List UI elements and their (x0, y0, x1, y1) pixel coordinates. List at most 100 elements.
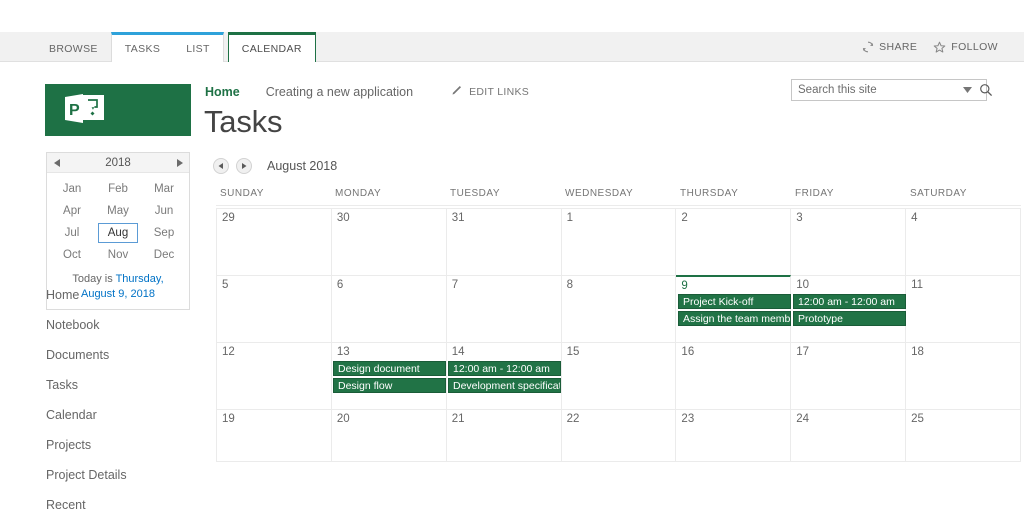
calendar-day-cell[interactable]: 24 (791, 410, 907, 462)
calendar-event[interactable]: Project Kick-off (678, 294, 791, 309)
calendar-event[interactable]: Assign the team members (678, 311, 791, 326)
next-month-button[interactable] (236, 158, 252, 174)
sharepoint-calendar-page: BROWSE TASKS LIST CALENDAR SHARE FOLLOW … (0, 0, 1024, 509)
month-sep[interactable]: Sep (144, 223, 184, 243)
weekday-tuesday: TUESDAY (450, 188, 500, 199)
search-icon[interactable] (977, 83, 1000, 97)
site-logo[interactable]: P (45, 84, 191, 136)
calendar-current-month: August 2018 (267, 159, 338, 173)
topnav-item-home[interactable]: Home (205, 85, 266, 99)
calendar-day-number: 2 (681, 212, 688, 224)
calendar-day-cell[interactable]: 6 (331, 276, 447, 343)
calendar-day-number: 25 (911, 413, 924, 425)
calendar-day-number: 11 (911, 279, 924, 291)
calendar-day-cell[interactable]: 11 (906, 276, 1021, 343)
calendar-day-number: 18 (911, 346, 924, 358)
month-aug[interactable]: Aug (98, 223, 138, 243)
calendar-day-cell[interactable]: 21 (446, 410, 562, 462)
calendar-day-cell[interactable]: 30 (331, 209, 447, 276)
tab-list[interactable]: LIST (173, 35, 223, 62)
calendar-day-cell[interactable]: 9 (676, 275, 792, 343)
sidebar-item-project-details[interactable]: Project Details (46, 460, 196, 490)
calendar-day-cell[interactable]: 18 (906, 343, 1021, 410)
calendar-day-cell[interactable]: 29 (217, 209, 332, 276)
edit-links-button[interactable]: EDIT LINKS (451, 84, 529, 99)
month-mar[interactable]: Mar (144, 179, 184, 199)
month-jun[interactable]: Jun (144, 201, 184, 221)
calendar-day-cell[interactable]: 16 (676, 343, 792, 410)
weekday-saturday: SATURDAY (910, 188, 967, 199)
calendar-day-number: 24 (796, 413, 810, 425)
calendar-day-number: 7 (451, 279, 459, 291)
search-input[interactable] (792, 84, 958, 96)
calendar-day-cell[interactable]: 8 (561, 276, 677, 343)
calendar-event[interactable]: Design flow (333, 378, 446, 393)
month-jul[interactable]: Jul (52, 223, 92, 243)
sidebar-item-home[interactable]: Home (46, 280, 196, 310)
calendar-event[interactable]: Prototype (793, 311, 906, 326)
month-may[interactable]: May (98, 201, 138, 221)
pencil-icon (451, 84, 463, 99)
calendar-week-row: 12 13 14 15 16 17 18 Design document Design flow… (217, 343, 1021, 410)
calendar-day-number: 5 (222, 279, 229, 291)
calendar-day-cell[interactable]: 5 (217, 276, 332, 343)
calendar-day-cell[interactable]: 13 (331, 343, 447, 410)
month-apr[interactable]: Apr (52, 201, 92, 221)
calendar-day-cell[interactable]: 2 (676, 209, 792, 276)
share-button[interactable]: SHARE (862, 41, 917, 53)
date-picker-next-year-icon[interactable] (169, 158, 189, 167)
calendar-event[interactable]: Design document (333, 361, 446, 376)
calendar-day-cell[interactable]: 19 (217, 410, 332, 462)
sidebar-item-calendar[interactable]: Calendar (46, 400, 196, 430)
active-tab-group: CALENDAR (227, 32, 316, 62)
calendar-day-number: 23 (681, 413, 695, 425)
month-dec[interactable]: Dec (144, 245, 184, 265)
calendar-day-number: 15 (566, 346, 580, 358)
search-box (791, 79, 993, 101)
calendar-event[interactable]: 12:00 am - 12:00 am (793, 294, 906, 309)
tab-tasks[interactable]: TASKS (112, 35, 173, 62)
calendar-weekday-header: SUNDAY MONDAY TUESDAY WEDNESDAY THURSDAY… (216, 188, 1021, 206)
sidebar-item-projects[interactable]: Projects (46, 430, 196, 460)
calendar-event[interactable]: Development specification (448, 378, 561, 393)
date-picker-prev-year-icon[interactable] (47, 158, 67, 167)
calendar-day-cell[interactable]: 25 (906, 410, 1021, 462)
calendar-day-cell[interactable]: 22 (561, 410, 677, 462)
sidebar-item-recent[interactable]: Recent (46, 490, 196, 509)
calendar-day-cell[interactable]: 15 (561, 343, 677, 410)
sidebar-item-documents[interactable]: Documents (46, 340, 196, 370)
month-nov[interactable]: Nov (98, 245, 138, 265)
calendar-week-row: 19 20 21 22 23 24 25 (217, 410, 1021, 462)
follow-button[interactable]: FOLLOW (933, 41, 998, 54)
calendar-day-cell[interactable]: 10 (791, 276, 907, 343)
calendar-day-cell[interactable]: 1 (561, 209, 677, 276)
calendar-day-cell[interactable]: 12 (217, 343, 332, 410)
calendar-day-cell[interactable]: 31 (446, 209, 562, 276)
topnav-item-creating-a-new-application[interactable]: Creating a new application (266, 85, 429, 99)
calendar-day-cell[interactable]: 14 (446, 343, 562, 410)
calendar-event[interactable]: 12:00 am - 12:00 am (448, 361, 561, 376)
calendar-day-number: 19 (222, 413, 235, 425)
star-icon (933, 41, 946, 54)
prev-month-button[interactable] (213, 158, 229, 174)
tab-calendar[interactable]: CALENDAR (229, 35, 315, 62)
calendar-day-cell[interactable]: 17 (791, 343, 907, 410)
calendar-view: August 2018 SUNDAY MONDAY TUESDAY WEDNES… (204, 148, 1024, 509)
calendar-day-cell[interactable]: 23 (676, 410, 792, 462)
calendar-day-cell[interactable]: 20 (331, 410, 447, 462)
month-feb[interactable]: Feb (98, 179, 138, 199)
sidebar-item-notebook[interactable]: Notebook (46, 310, 196, 340)
calendar-day-cell[interactable]: 4 (906, 209, 1021, 276)
tab-browse[interactable]: BROWSE (36, 32, 111, 62)
quick-launch-nav: Home Notebook Documents Tasks Calendar P… (46, 280, 196, 509)
calendar-day-number: 31 (451, 212, 465, 224)
prev-month-icon (217, 157, 225, 175)
calendar-day-number: 29 (222, 212, 235, 224)
calendar-day-cell[interactable]: 3 (791, 209, 907, 276)
calendar-day-cell[interactable]: 7 (446, 276, 562, 343)
share-label: SHARE (879, 41, 918, 53)
search-scope-dropdown-icon[interactable] (958, 87, 977, 93)
sidebar-item-tasks[interactable]: Tasks (46, 370, 196, 400)
month-oct[interactable]: Oct (52, 245, 92, 265)
month-jan[interactable]: Jan (52, 179, 92, 199)
